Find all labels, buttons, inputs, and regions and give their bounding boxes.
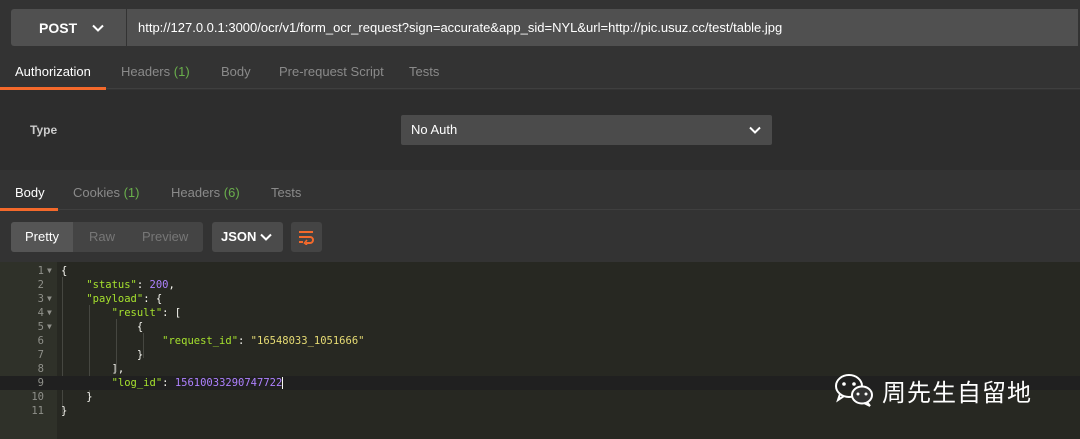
response-toolbar: Pretty Raw Preview JSON bbox=[0, 212, 1080, 262]
wrap-lines-button[interactable] bbox=[291, 222, 322, 252]
fold-arrow-icon[interactable]: ▼ bbox=[47, 292, 52, 306]
line-number: 4 bbox=[37, 307, 44, 319]
tab-response-body[interactable]: Body bbox=[15, 179, 45, 208]
code-line: 1 ▼ { bbox=[0, 264, 1080, 278]
tab-body[interactable]: Body bbox=[221, 58, 251, 87]
tab-label: Body bbox=[221, 64, 251, 79]
tab-label: Pre-request Script bbox=[279, 64, 384, 79]
chevron-down-icon bbox=[92, 24, 104, 32]
watermark-text: 周先生自留地 bbox=[882, 378, 1032, 407]
json-number: 15610033290747722 bbox=[174, 377, 283, 389]
code-text: "request_id": "16548033_1051666" bbox=[162, 335, 365, 347]
line-number: 11 bbox=[31, 405, 44, 417]
line-number: 7 bbox=[37, 349, 44, 361]
code-line: 5 ▼ { bbox=[0, 320, 1080, 334]
request-tabs: Authorization Headers (1) Body Pre-reque… bbox=[0, 58, 1080, 90]
auth-type-label: Type bbox=[30, 123, 58, 137]
auth-type-value: No Auth bbox=[411, 122, 458, 137]
json-key: "log_id" bbox=[111, 377, 163, 389]
json-key: "payload" bbox=[86, 293, 144, 305]
format-select[interactable]: JSON bbox=[212, 222, 283, 252]
code-text: ], bbox=[111, 363, 125, 375]
line-number: 10 bbox=[31, 391, 44, 403]
tab-pre-request-script[interactable]: Pre-request Script bbox=[279, 58, 384, 87]
wechat-icon bbox=[835, 374, 873, 407]
code-line: 2 "status": 200, bbox=[0, 278, 1080, 292]
chevron-down-icon bbox=[749, 126, 761, 134]
code-text: "payload": { bbox=[86, 293, 163, 305]
code-text: } bbox=[61, 405, 68, 417]
tab-authorization[interactable]: Authorization bbox=[15, 58, 91, 87]
tab-label: Body bbox=[15, 185, 45, 200]
response-body-editor[interactable]: 1 ▼ { 2 "status": 200, 3 ▼ "payload": { 4 ▼… bbox=[0, 262, 1080, 439]
line-number: 2 bbox=[37, 279, 44, 291]
auth-type-select[interactable]: No Auth bbox=[401, 115, 772, 145]
json-key: "result" bbox=[111, 307, 163, 319]
tab-response-tests[interactable]: Tests bbox=[271, 179, 301, 208]
tab-count: (6) bbox=[223, 185, 240, 200]
code-line: 3 ▼ "payload": { bbox=[0, 292, 1080, 306]
tab-cookies[interactable]: Cookies (1) bbox=[73, 179, 139, 208]
code-line: 6 "request_id": "16548033_1051666" bbox=[0, 334, 1080, 348]
view-pretty-button[interactable]: Pretty bbox=[11, 222, 73, 252]
fold-arrow-icon[interactable]: ▼ bbox=[47, 264, 52, 278]
code-text: "log_id": 15610033290747722 bbox=[111, 377, 284, 389]
code-text: "result": [ bbox=[111, 307, 182, 319]
tab-label: Authorization bbox=[15, 64, 91, 79]
line-number: 1 bbox=[37, 265, 44, 277]
line-number: 9 bbox=[37, 377, 44, 389]
response-tabs: Body Cookies (1) Headers (6) Tests bbox=[0, 174, 1080, 211]
request-url-bar: POST http://127.0.0.1:3000/ocr/v1/form_o… bbox=[0, 0, 1080, 58]
active-tab-indicator bbox=[0, 208, 58, 211]
tab-label: Tests bbox=[271, 185, 302, 200]
line-number: 5 bbox=[37, 321, 44, 333]
watermark: 周先生自留地 bbox=[834, 368, 1032, 412]
fold-arrow-icon[interactable]: ▼ bbox=[47, 320, 52, 334]
chevron-down-icon bbox=[260, 233, 272, 241]
tab-tests[interactable]: Tests bbox=[409, 58, 439, 87]
tab-response-headers[interactable]: Headers (6) bbox=[171, 179, 240, 208]
tab-label: Tests bbox=[409, 64, 440, 79]
code-line: 7 } bbox=[0, 348, 1080, 362]
fold-arrow-icon[interactable]: ▼ bbox=[47, 306, 52, 320]
tab-headers[interactable]: Headers (1) bbox=[121, 58, 190, 87]
format-label: JSON bbox=[221, 229, 257, 244]
method-select[interactable]: POST bbox=[11, 9, 126, 46]
tab-label: Headers bbox=[121, 64, 171, 79]
tab-count: (1) bbox=[173, 64, 190, 79]
url-input[interactable]: http://127.0.0.1:3000/ocr/v1/form_ocr_re… bbox=[127, 9, 1078, 46]
tab-label: Headers bbox=[171, 185, 221, 200]
code-text: } bbox=[86, 391, 93, 403]
code-line: 4 ▼ "result": [ bbox=[0, 306, 1080, 320]
code-text: } bbox=[136, 349, 144, 361]
view-mode-group: Pretty Raw Preview bbox=[11, 222, 203, 252]
wrap-lines-icon bbox=[299, 231, 314, 245]
json-string: "16548033_1051666" bbox=[250, 335, 365, 347]
code-text: { bbox=[136, 321, 144, 333]
code-text: { bbox=[61, 265, 68, 277]
code-text: "status": 200, bbox=[86, 279, 175, 291]
tab-label: Cookies bbox=[73, 185, 120, 200]
authorization-panel: Type No Auth bbox=[0, 90, 1080, 170]
view-raw-button[interactable]: Raw bbox=[89, 222, 115, 252]
json-key: "status" bbox=[86, 279, 137, 291]
method-label: POST bbox=[39, 19, 78, 36]
line-number: 6 bbox=[37, 335, 44, 347]
json-number: 200 bbox=[149, 279, 169, 291]
tab-count: (1) bbox=[123, 185, 140, 200]
view-preview-button[interactable]: Preview bbox=[142, 222, 188, 252]
json-key: "request_id" bbox=[162, 335, 239, 347]
line-number: 8 bbox=[37, 363, 44, 375]
text-cursor bbox=[282, 377, 284, 389]
line-number: 3 bbox=[37, 293, 44, 305]
